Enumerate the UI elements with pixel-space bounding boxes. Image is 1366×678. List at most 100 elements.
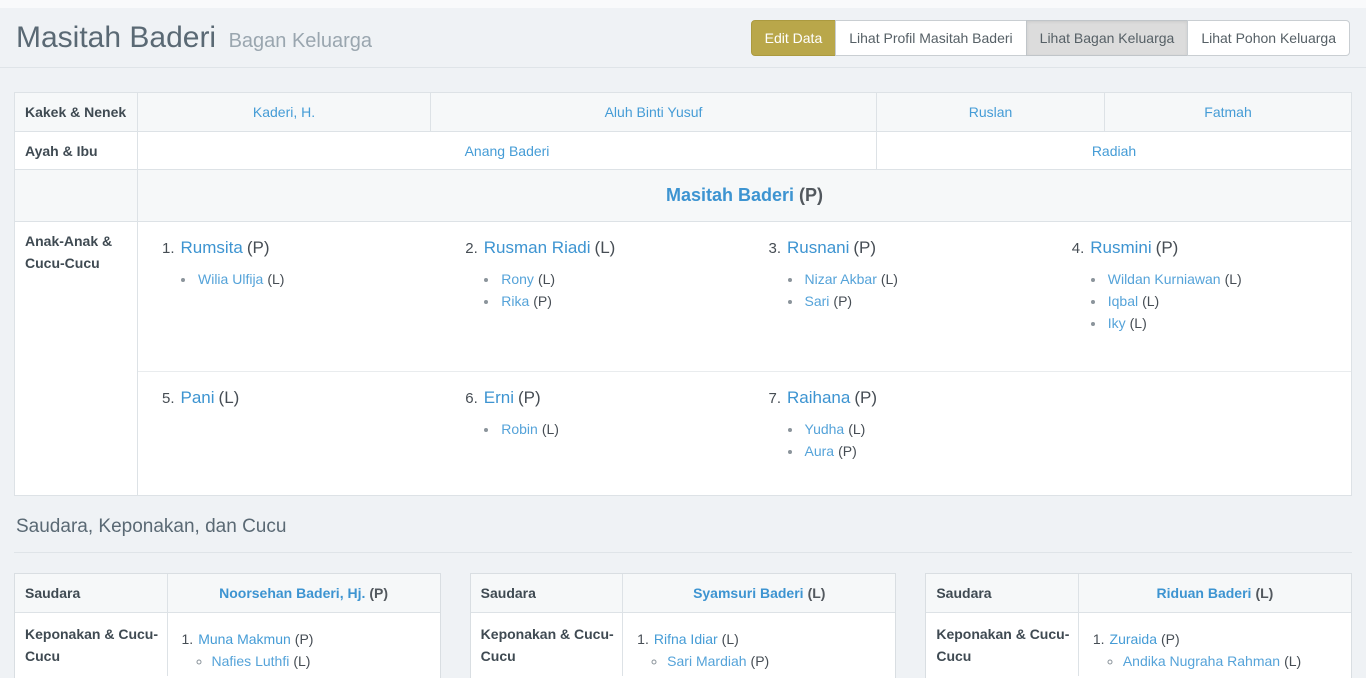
- nephews-cell: 1. Zuraida(P) Andika Nugraha Rahman(L): [1078, 612, 1351, 676]
- sibling-link[interactable]: Noorsehan Baderi, Hj.: [219, 585, 365, 601]
- child-gender: (P): [518, 388, 541, 407]
- grandchild-link[interactable]: Sari: [805, 293, 830, 309]
- self-gender: (P): [799, 185, 823, 205]
- child-gender: (P): [853, 238, 876, 257]
- sibling-link[interactable]: Syamsuri Baderi: [693, 585, 804, 601]
- nephew-kid-link[interactable]: Andika Nugraha Rahman: [1123, 653, 1280, 669]
- parent-link[interactable]: Radiah: [1092, 143, 1136, 159]
- child-link[interactable]: Rusman Riadi: [484, 238, 591, 257]
- nephew-number: 1.: [1093, 631, 1105, 647]
- nephews-cell: 1.Muna Makmun(P) Nafies Luthfi(L): [167, 612, 440, 676]
- grandchild-link[interactable]: Iqbal: [1108, 293, 1138, 309]
- parents-label: Ayah & Ibu: [15, 132, 138, 170]
- sibling-gender: (L): [1255, 585, 1273, 601]
- grandparent-cell: Aluh Binti Yusuf: [431, 93, 877, 132]
- parent-link[interactable]: Anang Baderi: [465, 143, 550, 159]
- sibling-gender: (L): [808, 585, 826, 601]
- grandparent-link[interactable]: Ruslan: [969, 104, 1013, 120]
- nephew-kid-gender: (P): [751, 653, 770, 669]
- edit-data-button[interactable]: Edit Data: [751, 20, 837, 56]
- sibling-header-row: Saudara Riduan Baderi(L): [926, 574, 1351, 612]
- grandparent-cell: Ruslan: [877, 93, 1105, 132]
- grandparent-cell: Kaderi, H.: [138, 93, 431, 132]
- nephew-kids-list: Sari Mardiah (P): [667, 650, 887, 672]
- child-heading: 2.Rusman Riadi(L): [465, 238, 736, 258]
- grandchild-gender: (P): [833, 293, 852, 309]
- grandchild-link[interactable]: Rony: [501, 271, 534, 287]
- grandparent-link[interactable]: Fatmah: [1204, 104, 1251, 120]
- grandchild-gender: (L): [542, 421, 559, 437]
- child-cell: 5. Pani(L): [138, 371, 441, 495]
- nephew-link[interactable]: Zuraida: [1110, 631, 1157, 647]
- grandchild-item: Robin(L): [499, 418, 736, 440]
- child-heading: 1.Rumsita(P): [162, 238, 433, 258]
- child-link[interactable]: Rusmini: [1090, 238, 1151, 257]
- nephew-kid-link[interactable]: Nafies Luthfi: [212, 653, 290, 669]
- siblings-cards-row: Saudara Noorsehan Baderi, Hj.(P) Keponak…: [14, 573, 1352, 678]
- child-link[interactable]: Pani: [181, 388, 215, 407]
- grandchild-link[interactable]: Aura: [805, 443, 835, 459]
- view-chart-button[interactable]: Lihat Bagan Keluarga: [1026, 20, 1189, 56]
- child-heading: 3. Rusnani(P): [769, 238, 1040, 258]
- grandparents-label: Kakek & Nenek: [15, 93, 138, 132]
- sibling-label: Saudara: [15, 574, 167, 612]
- grandchild-link[interactable]: Nizar Akbar: [805, 271, 877, 287]
- page-title: Masitah Baderi: [16, 21, 216, 54]
- nephew-number: 1.: [637, 631, 649, 647]
- children-grid-row: 5.Pani(L) 6.Erni(P) Robin(L) 7.Raihana(P…: [138, 371, 1351, 495]
- grandchild-gender: (L): [538, 271, 555, 287]
- grandchild-link[interactable]: Iky: [1108, 315, 1126, 331]
- nephew-heading: 1.Rifna Idiar(L): [637, 631, 887, 647]
- nephew-link[interactable]: Muna Makmun: [198, 631, 291, 647]
- nephew-link[interactable]: Rifna Idiar: [654, 631, 718, 647]
- sibling-name-cell: Riduan Baderi(L): [1078, 574, 1351, 612]
- grandchild-item: Yudha(L): [803, 418, 1040, 440]
- grandchildren-list: Robin(L): [499, 418, 736, 440]
- grandchildren-list: Wilia Ulfija(L): [196, 268, 433, 290]
- header-button-group: Edit Data Lihat Profil Masitah Baderi Li…: [751, 20, 1350, 56]
- grandchild-gender: (L): [267, 271, 284, 287]
- view-tree-button[interactable]: Lihat Pohon Keluarga: [1187, 20, 1350, 56]
- nephew-block: 1. Zuraida(P) Andika Nugraha Rahman(L): [1087, 623, 1343, 672]
- child-gender: (L): [219, 388, 240, 407]
- grandchild-link[interactable]: Wilia Ulfija: [198, 271, 263, 287]
- view-profile-button[interactable]: Lihat Profil Masitah Baderi: [835, 20, 1026, 56]
- child-gender: (P): [1156, 238, 1179, 257]
- grandchild-link[interactable]: Yudha: [805, 421, 845, 437]
- nephew-kid-gender: (L): [293, 653, 310, 669]
- grandchild-item: Iqbal(L): [1106, 290, 1343, 312]
- child-link[interactable]: Raihana: [787, 388, 850, 407]
- self-row: Masitah Baderi(P): [15, 170, 1352, 222]
- nephew-kid-item: Andika Nugraha Rahman(L): [1123, 650, 1343, 672]
- grandparent-link[interactable]: Aluh Binti Yusuf: [605, 104, 703, 120]
- sibling-link[interactable]: Riduan Baderi: [1157, 585, 1252, 601]
- nephew-kid-item: Nafies Luthfi(L): [212, 650, 432, 672]
- grandchild-link[interactable]: Rika: [501, 293, 529, 309]
- children-cell: 1.Rumsita(P) Wilia Ulfija(L) 2.Rusman Ri…: [138, 222, 1352, 496]
- sibling-header-row: Saudara Syamsuri Baderi(L): [471, 574, 896, 612]
- parents-row: Ayah & Ibu Anang Baderi Radiah: [15, 132, 1352, 170]
- child-number: 5.: [162, 390, 175, 407]
- child-link[interactable]: Rusnani: [787, 238, 849, 257]
- children-grid: 1.Rumsita(P) Wilia Ulfija(L) 2.Rusman Ri…: [138, 222, 1351, 495]
- sibling-gender: (P): [369, 585, 388, 601]
- nephew-kid-link[interactable]: Sari Mardiah: [667, 653, 746, 669]
- grandchild-item: Rony(L): [499, 268, 736, 290]
- grandchild-link[interactable]: Wildan Kurniawan: [1108, 271, 1221, 287]
- self-name-link[interactable]: Masitah Baderi: [666, 185, 794, 205]
- grandchildren-list: Wildan Kurniawan(L) Iqbal(L) Iky(L): [1106, 268, 1343, 334]
- nephew-gender: (P): [1161, 631, 1180, 647]
- child-link[interactable]: Erni: [484, 388, 514, 407]
- nephews-row: Keponakan & Cucu-Cucu 1.Muna Makmun(P) N…: [15, 612, 440, 676]
- child-link[interactable]: Rumsita: [181, 238, 243, 257]
- grandchild-item: Iky(L): [1106, 312, 1343, 334]
- child-number: 3.: [769, 240, 782, 257]
- sibling-card: Saudara Syamsuri Baderi(L) Keponakan & C…: [470, 573, 897, 678]
- child-heading: 6.Erni(P): [465, 388, 736, 408]
- sibling-label: Saudara: [471, 574, 623, 612]
- grandparent-link[interactable]: Kaderi, H.: [253, 104, 315, 120]
- child-cell: 6.Erni(P) Robin(L): [441, 371, 744, 495]
- grandchild-item: Wilia Ulfija(L): [196, 268, 433, 290]
- child-heading: 5. Pani(L): [162, 388, 433, 408]
- grandchild-link[interactable]: Robin: [501, 421, 538, 437]
